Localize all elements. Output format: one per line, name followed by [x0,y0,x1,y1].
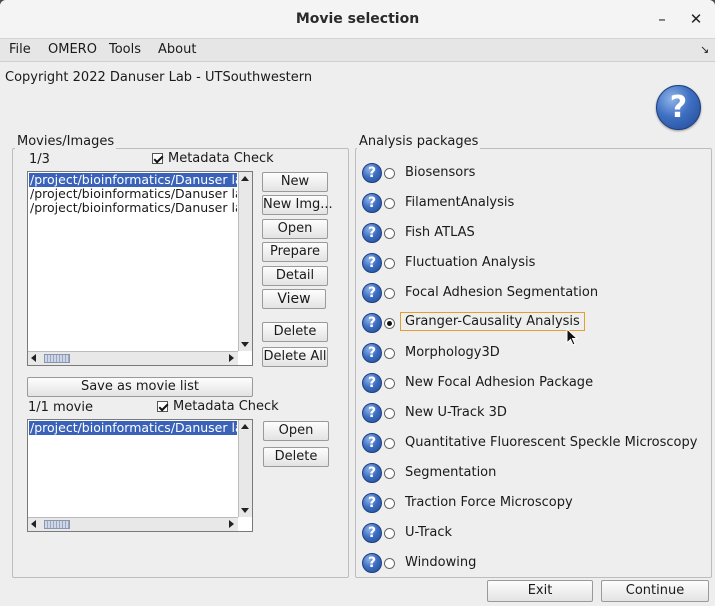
package-label[interactable]: Focal Adhesion Segmentation [405,285,598,300]
movie-list-listbox[interactable]: /project/bioinformatics/Danuser lab [27,419,253,532]
radio-windowing[interactable] [384,558,395,569]
help-icon[interactable]: ? [362,253,382,273]
minimize-button[interactable]: – [652,9,672,29]
movies-listbox[interactable]: /project/bioinformatics/Danuser lab /pro… [27,171,253,366]
save-as-movie-list-button[interactable]: Save as movie list [27,377,253,397]
scroll-up-icon[interactable] [241,424,249,429]
package-label[interactable]: New U-Track 3D [405,405,507,420]
package-label[interactable]: Segmentation [405,465,496,480]
scroll-down-icon[interactable] [241,342,249,347]
metadata-check-2-label: Metadata Check [173,399,279,414]
help-icon[interactable]: ? [362,223,382,243]
scroll-right-icon[interactable] [229,520,234,528]
package-label[interactable]: Traction Force Microscopy [405,495,573,510]
movie-list-item[interactable]: /project/bioinformatics/Danuser lab [29,187,237,201]
scroll-left-icon[interactable] [31,354,36,362]
radio-fluctuation-analysis[interactable] [384,258,395,269]
scroll-thumb[interactable] [44,520,70,529]
help-icon[interactable]: ? [362,193,382,213]
menu-bar: File OMERO Tools About ↘ [0,39,715,62]
detail-button[interactable]: Detail [262,266,328,286]
vertical-scrollbar[interactable] [238,420,252,517]
scroll-right-icon[interactable] [229,354,234,362]
radio-focal-adhesion-segmentation[interactable] [384,288,395,299]
help-icon[interactable]: ? [362,523,382,543]
help-icon[interactable]: ? [362,373,382,393]
menu-omero[interactable]: OMERO [48,42,97,57]
mouse-pointer-icon [566,328,578,346]
prepare-button[interactable]: Prepare [262,242,328,262]
radio-new-focal-adhesion-package[interactable] [384,378,395,389]
help-icon[interactable]: ? [362,553,382,573]
analysis-packages-panel [355,148,712,578]
package-label[interactable]: Windowing [405,555,476,570]
copyright-text: Copyright 2022 Danuser Lab - UTSouthwest… [5,70,313,85]
movie-counter: 1/1 movie [28,400,93,415]
title-bar: Movie selection – ✕ [0,0,715,39]
radio-morphology3d[interactable] [384,348,395,359]
package-label[interactable]: U-Track [405,525,452,540]
delete-button[interactable]: Delete [262,322,328,342]
continue-button[interactable]: Continue [601,580,709,602]
movie-list-item[interactable]: /project/bioinformatics/Danuser lab [29,421,237,435]
help-icon[interactable]: ? [362,313,382,333]
help-icon[interactable]: ? [362,463,382,483]
package-label[interactable]: Quantitative Fluorescent Speckle Microsc… [405,435,697,450]
help-icon[interactable]: ? [362,163,382,183]
new-img-button[interactable]: New Img... [262,195,333,215]
metadata-check-label: Metadata Check [168,151,274,166]
horizontal-scrollbar[interactable] [28,517,238,531]
open-button[interactable]: Open [262,219,328,239]
radio-u-track[interactable] [384,528,395,539]
radio-segmentation[interactable] [384,468,395,479]
package-label[interactable]: New Focal Adhesion Package [405,375,593,390]
exit-button[interactable]: Exit [487,580,593,602]
menu-tools[interactable]: Tools [109,42,141,57]
package-label[interactable]: Morphology3D [405,345,500,360]
vertical-scrollbar[interactable] [238,172,252,351]
scroll-left-icon[interactable] [31,520,36,528]
horizontal-scrollbar[interactable] [28,351,238,365]
scroll-thumb[interactable] [44,354,70,363]
view-button[interactable]: View [262,289,326,309]
scroll-down-icon[interactable] [241,508,249,513]
help-icon[interactable]: ? [362,403,382,423]
movie-selection-window: Movie selection – ✕ File OMERO Tools Abo… [0,0,715,606]
package-label[interactable]: Fluctuation Analysis [405,255,535,270]
metadata-check-checkbox[interactable] [152,153,163,164]
package-label[interactable]: Biosensors [405,165,475,180]
radio-filamentanalysis[interactable] [384,198,395,209]
radio-fish-atlas[interactable] [384,228,395,239]
window-title: Movie selection [295,11,420,27]
movie-list-item[interactable]: /project/bioinformatics/Danuser lab [29,173,237,187]
radio-qfsm[interactable] [384,438,395,449]
help-icon[interactable]: ? [362,493,382,513]
list-delete-button[interactable]: Delete [263,447,329,467]
delete-all-button[interactable]: Delete All [262,347,328,367]
package-label[interactable]: Fish ATLAS [405,225,475,240]
metadata-check-2-checkbox[interactable] [157,401,168,412]
radio-granger-causality-analysis-selected[interactable] [384,318,395,329]
list-open-button[interactable]: Open [263,421,329,441]
analysis-packages-title: Analysis packages [357,134,481,149]
menu-about[interactable]: About [158,42,196,57]
help-icon[interactable]: ? [362,343,382,363]
scroll-up-icon[interactable] [241,176,249,181]
movies-counter: 1/3 [29,152,50,167]
movie-list-item[interactable]: /project/bioinformatics/Danuser lab [29,201,237,215]
movies-panel-title: Movies/Images [15,134,117,149]
new-button[interactable]: New [262,172,328,192]
close-button[interactable]: ✕ [686,9,706,29]
radio-new-u-track-3d[interactable] [384,408,395,419]
radio-traction-force-microscopy[interactable] [384,498,395,509]
menu-file[interactable]: File [9,42,31,57]
help-icon[interactable]: ? [656,85,701,130]
package-label-selected[interactable]: Granger-Causality Analysis [400,312,585,331]
menu-overflow-icon[interactable]: ↘ [700,43,709,56]
help-icon[interactable]: ? [362,433,382,453]
radio-biosensors[interactable] [384,168,395,179]
help-icon[interactable]: ? [362,283,382,303]
package-label[interactable]: FilamentAnalysis [405,195,514,210]
